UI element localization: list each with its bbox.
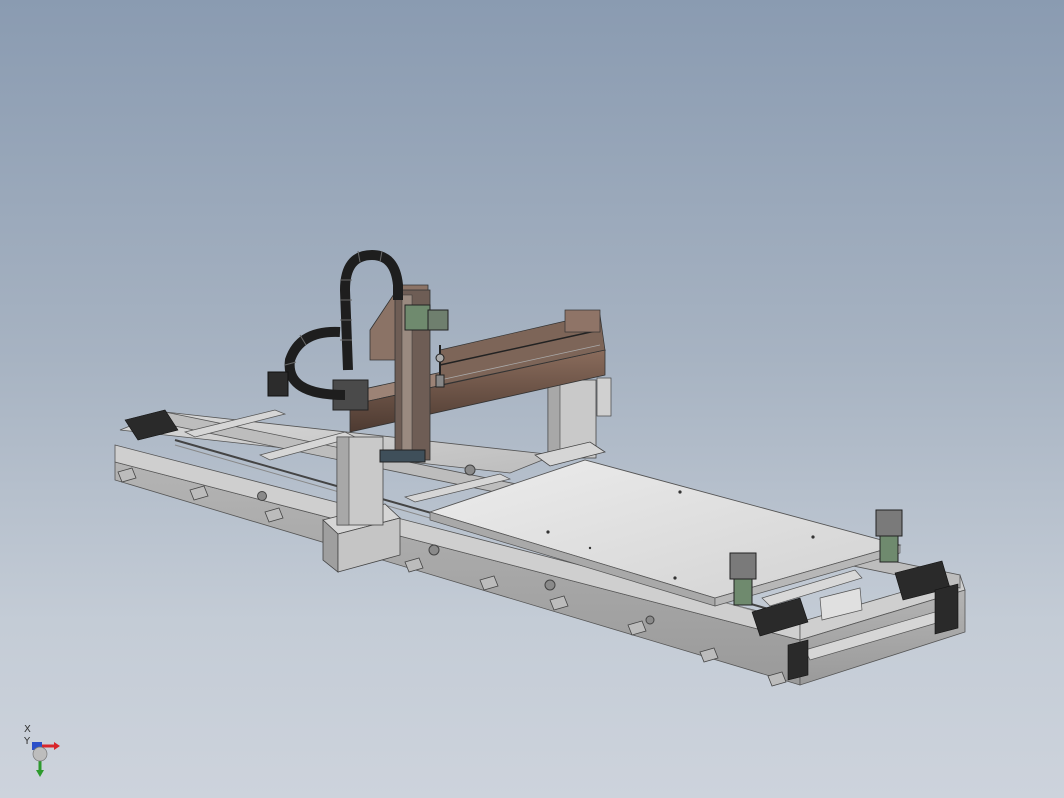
coordinate-triad: X Y [23,724,60,777]
gantry-machine-model[interactable] [0,0,1064,798]
y-axis-arrowhead [36,770,44,777]
triad-origin-sphere [32,746,48,762]
triad-label-y: Y [23,736,31,747]
graphics-viewport[interactable]: X Y [0,0,1064,798]
left-end-cover [267,371,289,397]
x-axis-arrowhead [54,742,60,750]
triad-label-x: X [24,724,31,735]
